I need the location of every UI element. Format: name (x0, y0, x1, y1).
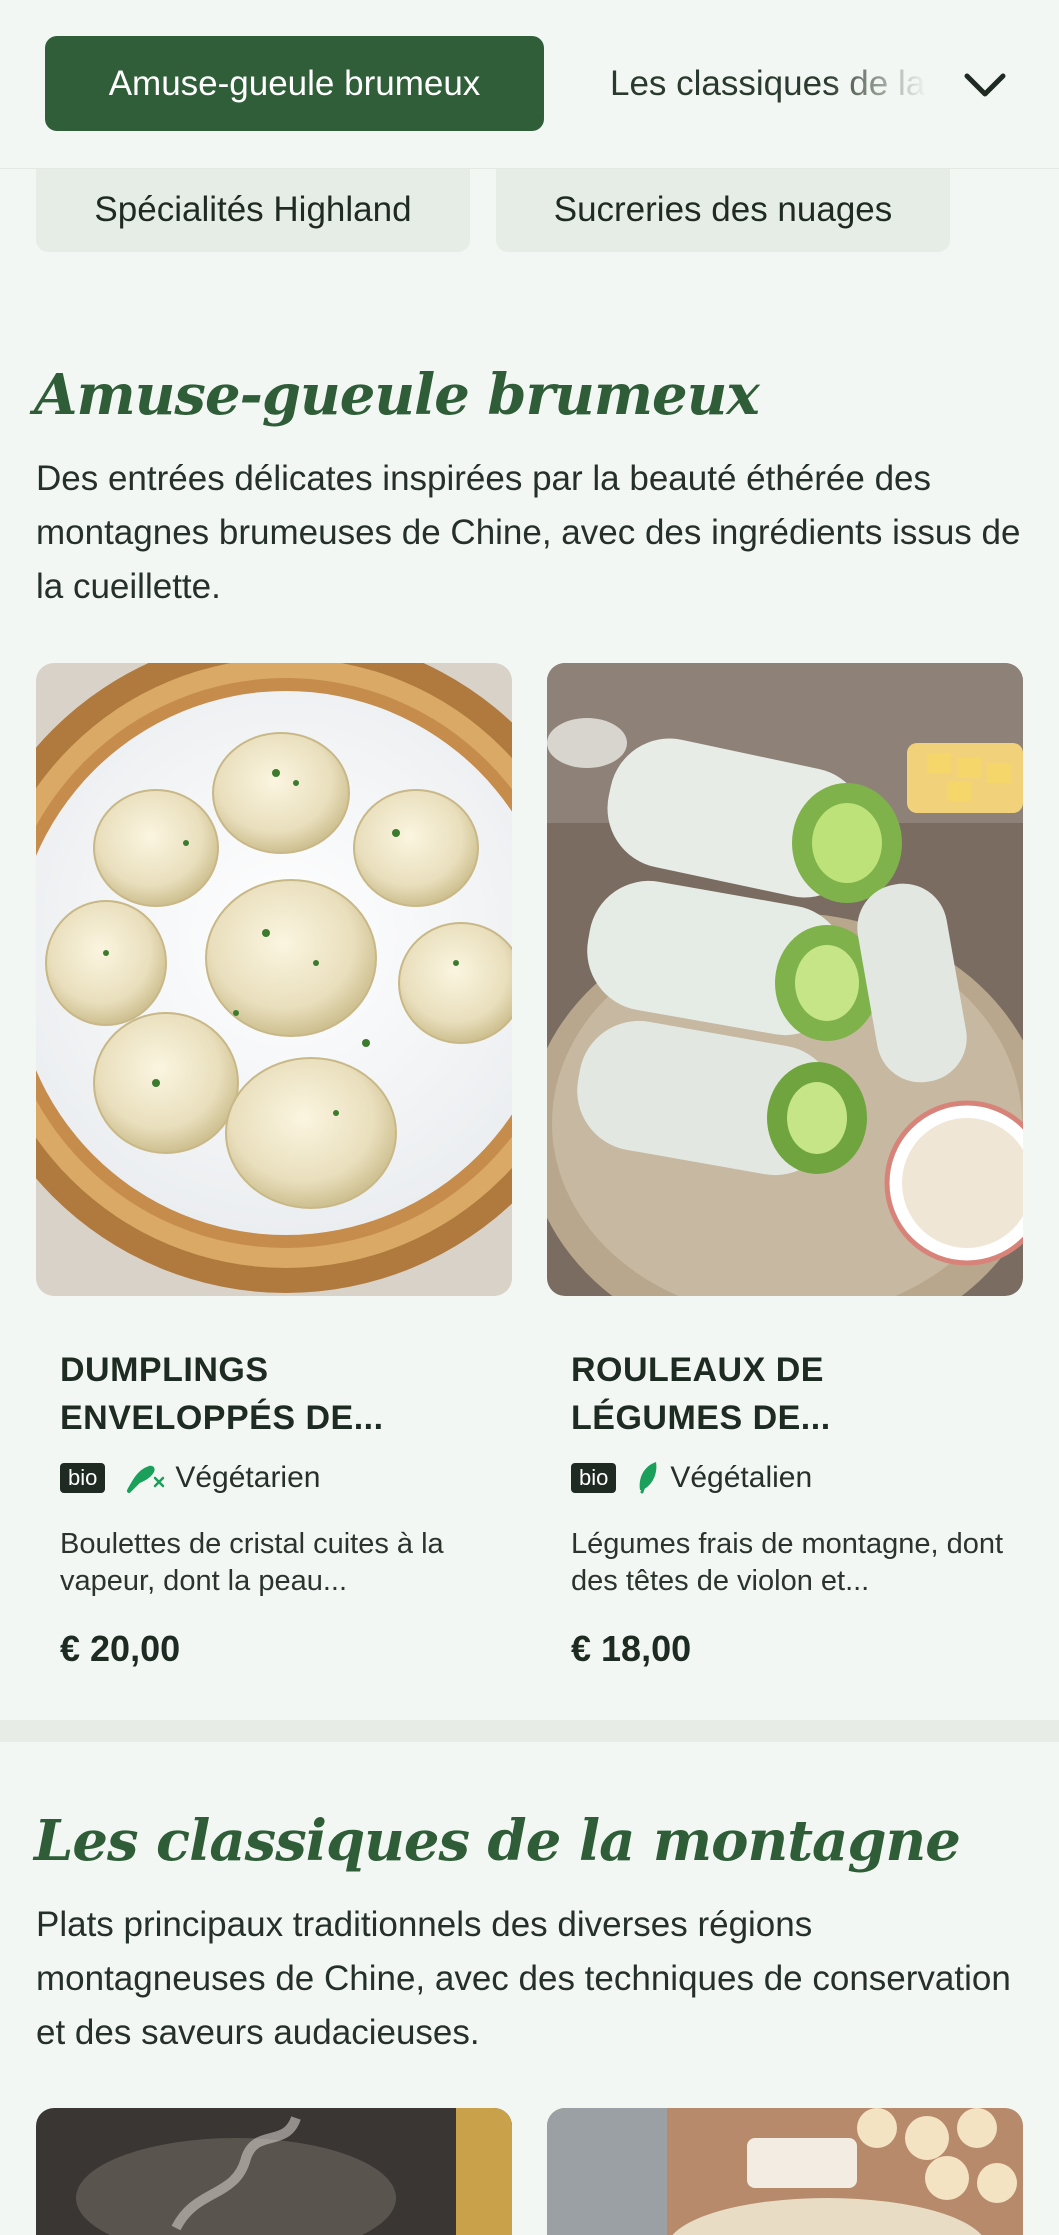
item-name: ROULEAUX DE LÉGUMES DE... (571, 1351, 831, 1437)
menu-item-card[interactable] (547, 2108, 1023, 2235)
category-nav: Amuse-gueule brumeux Les classiques de l… (0, 0, 1059, 169)
section-description: Plats principaux traditionnels des diver… (36, 1905, 1011, 2052)
tab-sucreries-des-nuages[interactable]: Sucreries des nuages (496, 168, 950, 252)
dish-image-classic-2 (547, 2108, 1023, 2235)
category-nav-overflow: Spécialités Highland Sucreries des nuage… (0, 168, 1059, 253)
item-name: DUMPLINGS ENVELOPPÉS DE... (60, 1351, 384, 1437)
item-description: Légumes frais de montagne, dont des tête… (571, 1528, 1004, 1597)
section-description: Des entrées délicates inspirées par la b… (36, 459, 1021, 606)
bio-badge: bio (571, 1463, 617, 1493)
vegan-leaf-icon (634, 1460, 660, 1496)
section-title: Amuse-gueule brumeux (34, 362, 760, 428)
tab-label: Spécialités Highland (94, 190, 412, 229)
item-description: Boulettes de cristal cuites à la vapeur,… (60, 1528, 444, 1597)
section-title: Les classiques de la montagne (34, 1808, 961, 1874)
vegetarian-icon (123, 1460, 165, 1496)
item-tags: bio Végétarien (60, 1458, 512, 1498)
bio-badge: bio (60, 1463, 106, 1493)
item-tags: bio Végétalien (571, 1458, 1023, 1498)
menu-item-card[interactable] (36, 2108, 512, 2235)
menu-item-card[interactable]: DUMPLINGS ENVELOPPÉS DE... bio Végétarie… (36, 663, 512, 1670)
tab-amuse-gueule[interactable]: Amuse-gueule brumeux (45, 36, 544, 131)
diet-label: Végétalien (670, 1461, 813, 1494)
dish-image-rouleaux (547, 663, 1023, 1296)
fade-overlay (826, 36, 946, 131)
dish-image-dumplings (36, 663, 512, 1296)
menu-item-card[interactable]: ROULEAUX DE LÉGUMES DE... bio Végétalien… (547, 663, 1023, 1670)
chevron-down-icon[interactable] (955, 55, 1015, 115)
tab-label: Sucreries des nuages (553, 190, 893, 229)
diet-label: Végétarien (175, 1461, 321, 1494)
item-price: € 20,00 (60, 1628, 181, 1669)
tab-classiques[interactable]: Les classiques de la montagne (586, 36, 946, 131)
item-price: € 18,00 (571, 1628, 692, 1669)
dish-image-classic-1 (36, 2108, 512, 2235)
tab-label: Amuse-gueule brumeux (108, 63, 481, 103)
section-divider (0, 1720, 1059, 1742)
tab-specialites-highland[interactable]: Spécialités Highland (36, 168, 470, 252)
